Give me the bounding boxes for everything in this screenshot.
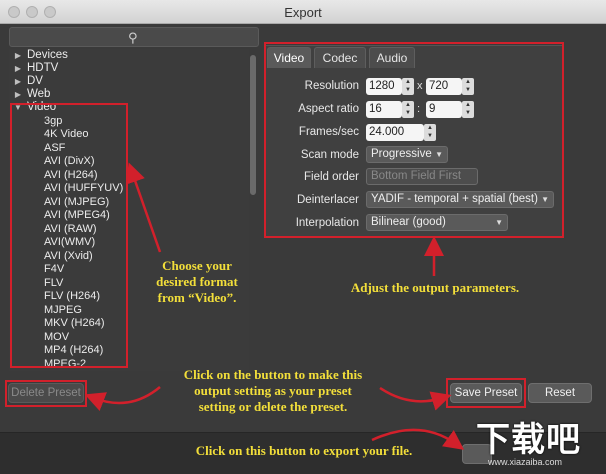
settings-highlight bbox=[264, 42, 564, 238]
delete-preset-highlight bbox=[5, 380, 87, 407]
window-title: Export bbox=[284, 5, 322, 20]
title-bar: Export bbox=[0, 0, 606, 24]
disclosure-right-icon: ▶ bbox=[14, 90, 22, 99]
video-list-highlight bbox=[10, 103, 128, 368]
preset-help-annotation: Click on the button to make this output … bbox=[183, 367, 363, 414]
watermark-logo: 下载吧 www.xiazaiba.com bbox=[470, 412, 604, 472]
tree-category-dv[interactable]: ▶ DV bbox=[9, 75, 43, 88]
save-preset-highlight bbox=[446, 378, 526, 408]
choose-format-annotation: Choose your desired format from “Video”. bbox=[156, 258, 238, 305]
tree-category-devices[interactable]: ▶ Devices bbox=[9, 49, 68, 62]
adjust-annotation: Adjust the output parameters. bbox=[350, 280, 520, 295]
disclosure-right-icon: ▶ bbox=[14, 64, 22, 73]
watermark-text: 下载吧 bbox=[476, 421, 581, 459]
tree-category-hdtv[interactable]: ▶ HDTV bbox=[9, 62, 58, 75]
disclosure-right-icon: ▶ bbox=[14, 77, 22, 86]
disclosure-right-icon: ▶ bbox=[14, 51, 22, 60]
tree-scrollbar[interactable] bbox=[250, 55, 256, 195]
watermark-url: www.xiazaiba.com bbox=[488, 457, 563, 467]
search-input[interactable]: ⚲ bbox=[9, 27, 259, 47]
reset-button[interactable]: Reset bbox=[528, 383, 592, 403]
search-icon: ⚲ bbox=[128, 30, 138, 45]
tree-category-web[interactable]: ▶ Web bbox=[9, 88, 51, 101]
export-help-annotation: Click on this button to export your file… bbox=[195, 443, 413, 458]
